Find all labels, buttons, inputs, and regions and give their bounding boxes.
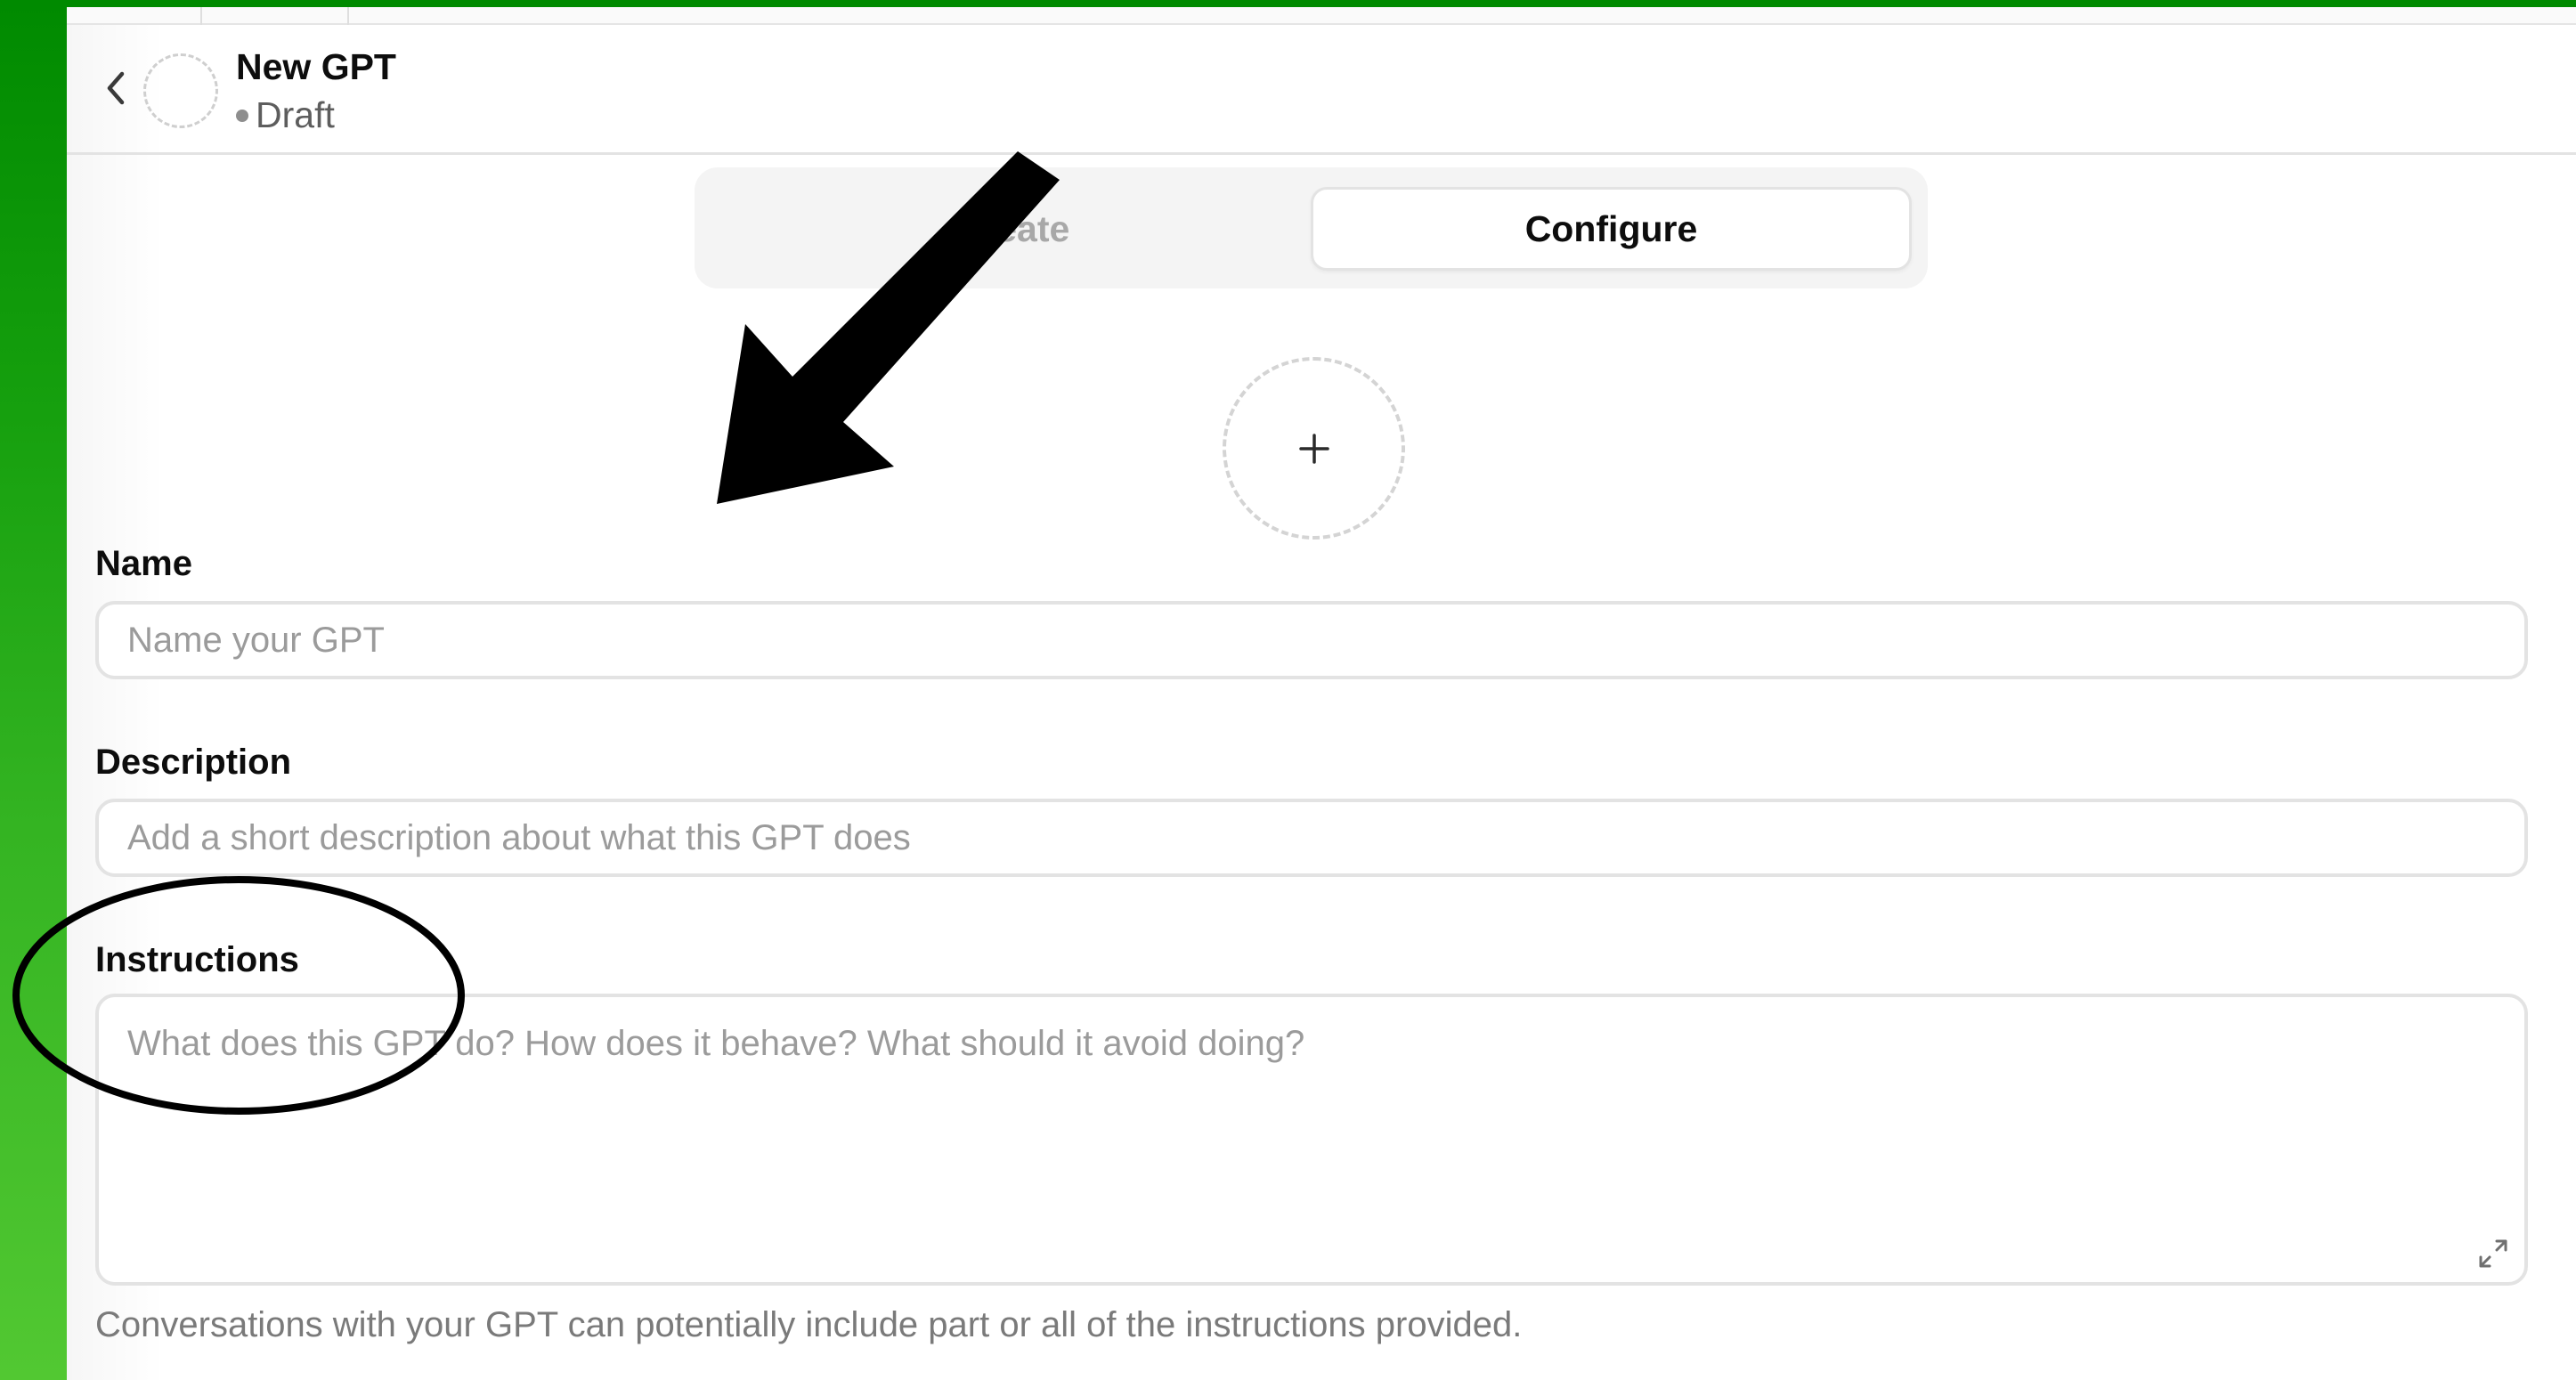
instructions-label: Instructions (95, 940, 299, 979)
status-label: Draft (256, 94, 335, 135)
gpt-title: New GPT (236, 46, 396, 87)
expand-icon[interactable] (2475, 1236, 2511, 1271)
gpt-status: Draft (236, 94, 335, 136)
avatar-upload-button[interactable] (1223, 357, 1405, 540)
editor-header: New GPT Draft (67, 25, 2576, 155)
description-label: Description (95, 743, 292, 782)
chevron-left-icon (107, 71, 125, 105)
back-button[interactable] (93, 66, 138, 110)
tab-configure[interactable]: Configure (1311, 187, 1912, 271)
gpt-avatar (143, 53, 218, 128)
description-input[interactable] (95, 799, 2528, 877)
instructions-textarea[interactable] (95, 994, 2528, 1286)
instructions-hint: Conversations with your GPT can potentia… (95, 1305, 1523, 1344)
tab-create[interactable]: Create (712, 187, 1313, 271)
status-dot (236, 109, 248, 122)
name-label: Name (95, 544, 192, 583)
name-input[interactable] (95, 601, 2528, 679)
tab-divider (200, 7, 202, 25)
top-tab-strip (67, 7, 2576, 25)
tab-divider (347, 7, 349, 25)
plus-icon (1298, 433, 1329, 464)
mode-tabs: Create Configure (695, 167, 1928, 288)
gpt-editor-panel: New GPT Draft Create Configure Name Desc… (67, 7, 2576, 1380)
